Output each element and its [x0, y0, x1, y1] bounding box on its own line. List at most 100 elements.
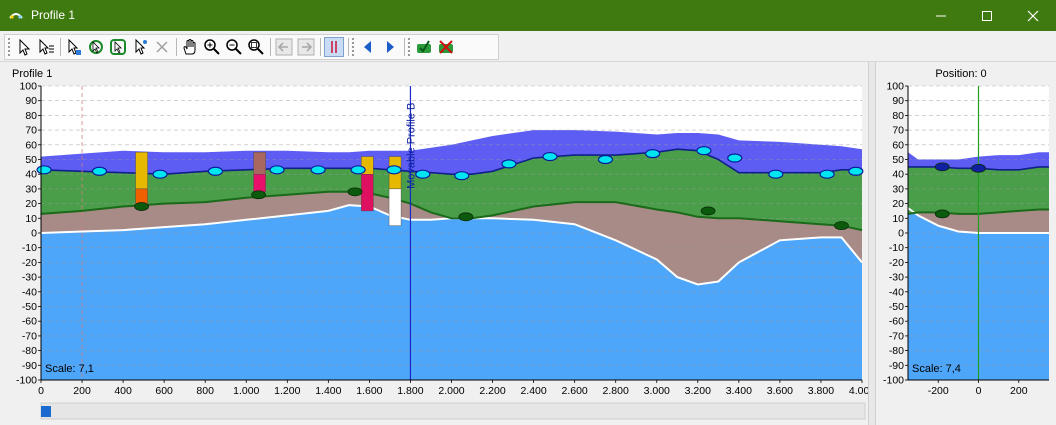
layer-marker[interactable] — [848, 166, 864, 176]
toolbar-grip[interactable] — [8, 38, 12, 56]
layer-marker[interactable] — [152, 169, 168, 179]
x-tick-label: 1.600 — [356, 385, 382, 397]
previous-button[interactable] — [358, 37, 378, 57]
layer-marker[interactable] — [91, 166, 108, 176]
arrow-select-icon — [68, 38, 81, 55]
x-tick-label: 2.800 — [603, 385, 629, 397]
zoom-in-button[interactable] — [202, 37, 222, 57]
back-button[interactable] — [274, 37, 294, 57]
select-tool-button[interactable] — [14, 37, 34, 57]
star-arrow-icon — [135, 38, 147, 55]
y-tick-label: 0 — [31, 228, 37, 240]
close-button[interactable] — [1010, 0, 1056, 31]
scrollbar-thumb[interactable] — [41, 406, 51, 417]
x-tick-label: 1.000 — [233, 385, 259, 397]
y-tick-label: 100 — [886, 81, 904, 93]
rotate-select-button[interactable] — [86, 37, 106, 57]
layer-node[interactable] — [934, 209, 950, 219]
refresh-select-button[interactable] — [108, 37, 128, 57]
pan-button[interactable] — [180, 37, 200, 57]
minimize-button[interactable] — [918, 0, 964, 31]
layer-marker[interactable] — [819, 169, 835, 179]
layer-node[interactable] — [971, 163, 986, 173]
toolbar-grip[interactable] — [408, 38, 412, 56]
window-title: Profile 1 — [31, 8, 76, 22]
layer-node[interactable] — [251, 190, 266, 200]
layer-node[interactable] — [134, 202, 149, 211]
y-tick-label: 80 — [892, 110, 904, 122]
layer-marker[interactable] — [310, 165, 326, 175]
x-tick-label: 4.000 — [849, 385, 868, 397]
y-tick-label: -50 — [22, 301, 37, 313]
borehole-segment[interactable] — [135, 151, 148, 190]
reject-button[interactable] — [436, 37, 456, 57]
layer-marker[interactable] — [415, 169, 431, 179]
y-tick-label: 40 — [892, 169, 904, 181]
toolbar-grip[interactable] — [352, 38, 356, 56]
cross-icon — [156, 41, 168, 53]
toolbar-separator — [348, 38, 349, 56]
x-tick-label: 2.200 — [479, 385, 505, 397]
layer-marker[interactable] — [696, 146, 712, 156]
borehole-segment[interactable] — [361, 173, 374, 212]
arrow-right-box-icon — [297, 38, 315, 56]
layer-marker[interactable] — [207, 166, 224, 176]
layer-marker[interactable] — [36, 165, 52, 175]
columns-toggle-button[interactable] — [324, 37, 344, 57]
layer-marker[interactable] — [645, 149, 661, 159]
layer-marker[interactable] — [350, 165, 366, 175]
y-tick-label: 20 — [25, 198, 37, 210]
x-tick-label: 2.400 — [520, 385, 546, 397]
y-tick-label: 100 — [19, 81, 37, 93]
next-button[interactable] — [380, 37, 400, 57]
maximize-button[interactable] — [964, 0, 1010, 31]
accept-button[interactable] — [414, 37, 434, 57]
layer-marker[interactable] — [768, 169, 784, 179]
zoom-extent-button[interactable] — [246, 37, 266, 57]
layer-marker[interactable] — [269, 165, 285, 175]
layer-marker[interactable] — [597, 154, 614, 165]
y-tick-label: 90 — [892, 95, 904, 107]
x-tick-label: 3.800 — [808, 385, 834, 397]
arrow-left-box-icon — [275, 38, 293, 56]
y-tick-label: 10 — [892, 213, 904, 225]
delete-button[interactable] — [152, 37, 172, 57]
layer-marker[interactable] — [386, 165, 402, 175]
borehole-segment[interactable] — [253, 151, 266, 175]
borehole-segment[interactable] — [253, 173, 266, 193]
movable-profile-label[interactable]: Movable Profile B — [405, 103, 417, 189]
forward-button[interactable] — [296, 37, 316, 57]
x-tick-label: 2.000 — [438, 385, 464, 397]
y-tick-label: -40 — [889, 286, 904, 298]
layer-marker[interactable] — [454, 171, 470, 181]
layer-node[interactable] — [458, 212, 474, 222]
layer-node[interactable] — [834, 221, 849, 231]
y-tick-label: -100 — [16, 375, 37, 387]
layer-node[interactable] — [347, 187, 363, 197]
arrow-list-icon — [39, 38, 54, 55]
side-profile-chart[interactable]: Position: 01009080706050403020100-10-20-… — [874, 62, 1056, 425]
y-tick-label: -60 — [22, 316, 37, 328]
y-tick-label: -60 — [889, 316, 904, 328]
star-select-button[interactable] — [130, 37, 150, 57]
zoom-out-button[interactable] — [224, 37, 244, 57]
main-profile-chart[interactable]: Profile 1Movable Profile B10090807060504… — [0, 62, 868, 425]
y-tick-label: -20 — [22, 257, 37, 269]
triangle-left-icon — [364, 41, 371, 53]
x-tick-label: 1.400 — [315, 385, 341, 397]
layer-marker[interactable] — [501, 159, 517, 169]
borehole-segment[interactable] — [388, 188, 402, 226]
layer-marker[interactable] — [727, 153, 743, 163]
toolbar-separator — [320, 38, 321, 56]
layer-node[interactable] — [700, 206, 716, 216]
x-tick-label: 1.200 — [274, 385, 300, 397]
select-list-button[interactable] — [36, 37, 56, 57]
profile-app-icon — [9, 13, 23, 19]
zoom-out-icon — [226, 39, 242, 55]
layer-marker[interactable] — [542, 151, 558, 162]
horizontal-scrollbar[interactable] — [40, 402, 866, 420]
arrow-pointer-icon — [19, 38, 31, 56]
select-objects-button[interactable] — [64, 37, 84, 57]
refresh-arrow-icon — [110, 39, 126, 55]
layer-node[interactable] — [934, 162, 950, 172]
